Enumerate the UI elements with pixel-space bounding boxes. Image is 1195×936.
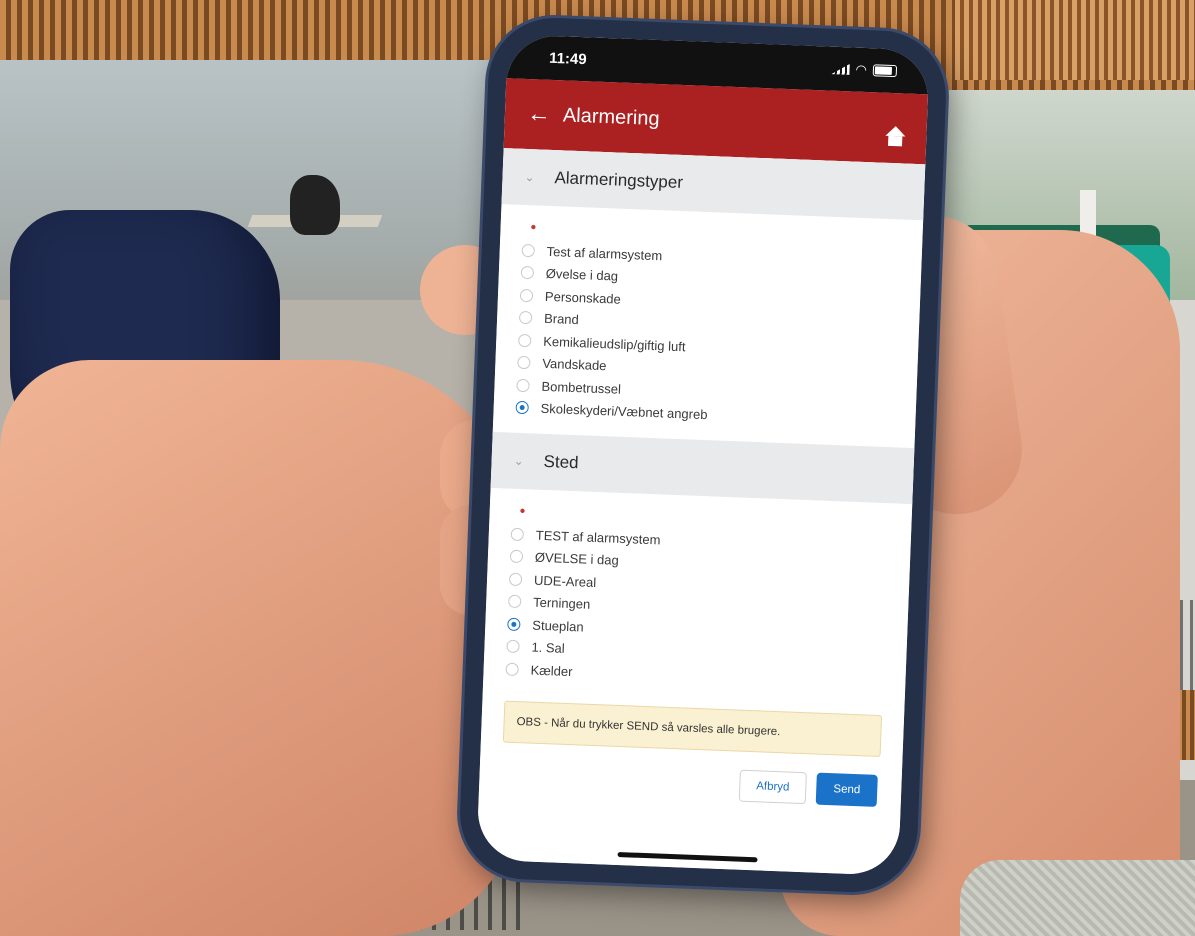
radio-label: 1. Sal [531, 639, 566, 657]
radio-button[interactable] [515, 401, 529, 415]
radio-label: Personskade [544, 288, 622, 307]
radio-button[interactable] [521, 243, 535, 258]
back-arrow-icon[interactable]: ← [526, 100, 551, 129]
location-radio-group: TEST af alarmsystem ØVELSE i dag UDE-Are… [483, 522, 911, 696]
radio-button[interactable] [510, 527, 525, 541]
radio-label: Terningen [532, 594, 591, 613]
chair [290, 175, 340, 235]
radio-label: Bombetrussel [541, 378, 622, 397]
section-title: Alarmeringstyper [554, 168, 684, 193]
status-icons: ◠ [831, 61, 898, 79]
section-title: Sted [543, 451, 579, 473]
radio-button[interactable] [507, 617, 521, 631]
signal-icon [831, 63, 849, 75]
radio-label: Stueplan [532, 617, 584, 635]
radio-button[interactable] [519, 288, 534, 303]
status-time: 11:49 [548, 49, 587, 68]
cancel-button[interactable]: Afbryd [738, 769, 808, 804]
radio-label: ØVELSE i dag [534, 549, 620, 569]
radio-label: Vandskade [542, 356, 607, 374]
phone-screen: 11:49 ◠ ← Alarmering ⌄ Alarmeringstyper … [476, 34, 930, 876]
radio-label: Kælder [530, 662, 573, 679]
radio-button[interactable] [520, 266, 535, 280]
wooden-ceiling-right [955, 0, 1195, 80]
page-title: Alarmering [562, 103, 661, 130]
radio-button[interactable] [509, 549, 524, 564]
radio-label: Skoleskyderi/Væbnet angreb [540, 400, 708, 423]
wifi-icon: ◠ [855, 61, 868, 78]
radio-label: UDE-Areal [533, 572, 597, 590]
radio-label: Test af alarmsystem [546, 243, 663, 264]
radio-label: Øvelse i dag [545, 266, 619, 284]
radio-button[interactable] [517, 356, 531, 370]
alarm-type-radio-group: Test af alarmsystem Øvelse i dag Persons… [493, 238, 922, 434]
radio-button[interactable] [507, 594, 522, 609]
smartphone: 11:49 ◠ ← Alarmering ⌄ Alarmeringstyper … [457, 15, 949, 895]
home-icon[interactable] [884, 126, 907, 149]
radio-label: TEST af alarmsystem [535, 527, 661, 548]
radio-label: Brand [543, 311, 580, 328]
chevron-down-icon: ⌄ [513, 453, 524, 469]
radio-button[interactable] [518, 311, 533, 325]
send-button[interactable]: Send [815, 772, 878, 807]
radio-label: Kemikalieudslip/giftig luft [542, 333, 686, 354]
radio-button[interactable] [516, 378, 530, 393]
radio-button[interactable] [506, 639, 520, 654]
radio-button[interactable] [505, 662, 519, 676]
radio-button[interactable] [518, 333, 532, 348]
chevron-down-icon: ⌄ [524, 169, 535, 185]
radio-button[interactable] [508, 572, 523, 586]
battery-icon [872, 64, 898, 78]
sweater-sleeve [960, 860, 1195, 936]
form-content: ⌄ Alarmeringstyper • Test af alarmsystem… [476, 148, 926, 876]
